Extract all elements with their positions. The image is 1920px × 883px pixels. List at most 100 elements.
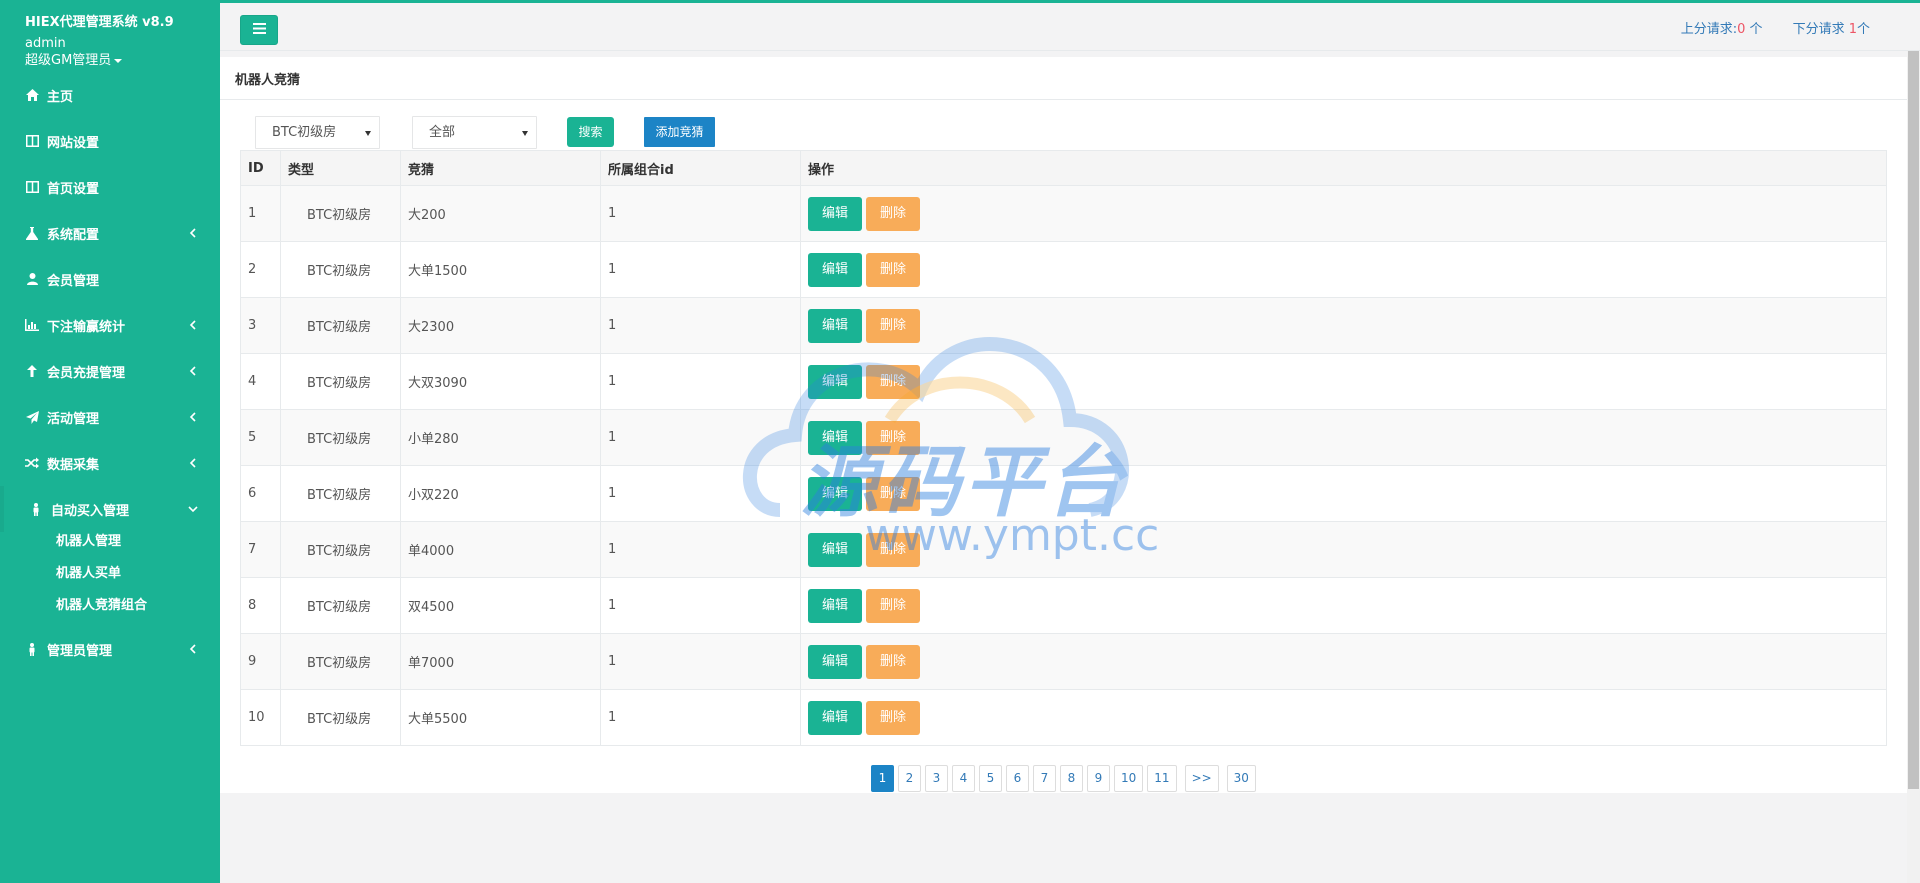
- sidebar-subitem-robot-combos[interactable]: 机器人竞猜组合: [0, 590, 220, 622]
- sidebar-subitem-robot-orders[interactable]: 机器人买单: [0, 558, 220, 590]
- page-link[interactable]: 7: [1033, 765, 1056, 792]
- delete-button[interactable]: 删除: [866, 476, 920, 511]
- sidebar-item-site-settings[interactable]: 网站设置: [0, 118, 220, 164]
- cell-id: 5: [240, 409, 281, 466]
- sidebar-item-label: 主页: [47, 89, 74, 105]
- up-request-link[interactable]: 上分请求:0 个: [1681, 18, 1763, 37]
- cell-type: BTC初级房: [280, 353, 401, 410]
- cell-group-id: 1: [600, 185, 801, 242]
- delete-button[interactable]: 删除: [866, 588, 920, 623]
- edit-button[interactable]: 编辑: [808, 252, 862, 287]
- sidebar-item-label: 系统配置: [47, 227, 100, 243]
- room-select-value: BTC初级房: [272, 124, 337, 140]
- edit-button[interactable]: 编辑: [808, 476, 862, 511]
- delete-button[interactable]: 删除: [866, 420, 920, 455]
- delete-button[interactable]: 删除: [866, 252, 920, 287]
- page-link[interactable]: 2: [898, 765, 921, 792]
- cell-actions: 编辑 删除: [800, 577, 1887, 634]
- last-page-link[interactable]: 30: [1226, 765, 1256, 792]
- cell-type: BTC初级房: [280, 241, 401, 298]
- cell-guess: 大双3090: [400, 353, 601, 410]
- person-icon: [25, 642, 39, 656]
- delete-button[interactable]: 删除: [866, 700, 920, 735]
- page-title: 机器人竞猜: [220, 57, 1907, 100]
- cell-actions: 编辑 删除: [800, 185, 1887, 242]
- hamburger-icon: [252, 22, 266, 38]
- edit-button[interactable]: 编辑: [808, 644, 862, 679]
- page-link[interactable]: 5: [979, 765, 1002, 792]
- sidebar-item-system-config[interactable]: 系统配置: [0, 210, 220, 256]
- role-dropdown[interactable]: 超级GM管理员: [25, 52, 220, 69]
- chevron-left-icon: [186, 456, 200, 470]
- edit-button[interactable]: 编辑: [808, 364, 862, 399]
- cell-id: 2: [240, 241, 281, 298]
- cell-id: 6: [240, 465, 281, 522]
- table-row: 10 BTC初级房 大单5500 1 编辑 删除: [240, 689, 1887, 746]
- edit-button[interactable]: 编辑: [808, 532, 862, 567]
- delete-button[interactable]: 删除: [866, 364, 920, 399]
- next-page-link[interactable]: >>: [1184, 765, 1219, 792]
- sidebar-item-label: 下注输赢统计: [47, 319, 126, 335]
- search-button[interactable]: 搜索: [567, 117, 614, 147]
- cell-id: 7: [240, 521, 281, 578]
- room-select[interactable]: BTC初级房: [255, 115, 380, 149]
- cell-guess: 单7000: [400, 633, 601, 690]
- dropdown-arrow-icon: [522, 130, 528, 136]
- down-request-link[interactable]: 下分请求 1个: [1793, 18, 1870, 37]
- down-request-label: 下分请求: [1792, 22, 1849, 37]
- scrollbar-thumb[interactable]: [1908, 51, 1919, 789]
- paper-plane-icon: [25, 410, 39, 424]
- page-link[interactable]: 1: [871, 765, 894, 792]
- delete-button[interactable]: 删除: [866, 196, 920, 231]
- sidebar-item-activities[interactable]: 活动管理: [0, 394, 220, 440]
- cell-type: BTC初级房: [280, 689, 401, 746]
- sidebar-item-bet-stats[interactable]: 下注输赢统计: [0, 302, 220, 348]
- page-link[interactable]: 4: [952, 765, 975, 792]
- edit-button[interactable]: 编辑: [808, 196, 862, 231]
- chevron-left-icon: [186, 364, 200, 378]
- page-link[interactable]: 10: [1114, 765, 1144, 792]
- page-link[interactable]: 3: [925, 765, 948, 792]
- status-select[interactable]: 全部: [412, 115, 537, 149]
- page-link[interactable]: 6: [1006, 765, 1029, 792]
- sidebar-item-deposit-withdraw[interactable]: 会员充提管理: [0, 348, 220, 394]
- edit-button[interactable]: 编辑: [808, 420, 862, 455]
- cell-guess: 大200: [400, 185, 601, 242]
- cell-group-id: 1: [600, 521, 801, 578]
- sidebar-item-home-settings[interactable]: 首页设置: [0, 164, 220, 210]
- chevron-left-icon: [186, 410, 200, 424]
- cell-guess: 小双220: [400, 465, 601, 522]
- content-panel: 机器人竞猜 BTC初级房 全部 搜索 添加竞猜 ID 类型 竞猜 所属组合id …: [220, 57, 1907, 793]
- table-row: 7 BTC初级房 单4000 1 编辑 删除: [240, 521, 1887, 578]
- table-row: 2 BTC初级房 大单1500 1 编辑 删除: [240, 241, 1887, 298]
- sidebar-item-members[interactable]: 会员管理: [0, 256, 220, 302]
- page-link[interactable]: 11: [1147, 765, 1177, 792]
- delete-button[interactable]: 删除: [866, 644, 920, 679]
- column-header-type: 类型: [280, 150, 401, 186]
- cell-guess: 单4000: [400, 521, 601, 578]
- role-label: 超级GM管理员: [25, 53, 112, 68]
- page-link[interactable]: 8: [1060, 765, 1083, 792]
- edit-button[interactable]: 编辑: [808, 588, 862, 623]
- table-row: 6 BTC初级房 小双220 1 编辑 删除: [240, 465, 1887, 522]
- table-row: 1 BTC初级房 大200 1 编辑 删除: [240, 185, 1887, 242]
- page-link[interactable]: 9: [1087, 765, 1110, 792]
- sidebar-item-auto-buy[interactable]: 自动买入管理: [0, 486, 220, 532]
- column-header-actions: 操作: [800, 150, 1887, 186]
- cell-group-id: 1: [600, 409, 801, 466]
- cell-actions: 编辑 删除: [800, 241, 1887, 298]
- sidebar-item-data-collection[interactable]: 数据采集: [0, 440, 220, 486]
- cell-group-id: 1: [600, 577, 801, 634]
- delete-button[interactable]: 删除: [866, 532, 920, 567]
- delete-button[interactable]: 删除: [866, 308, 920, 343]
- top-navbar: 上分请求:0 个 下分请求 1个: [220, 0, 1920, 51]
- sidebar-nav: 主页 网站设置 首页设置 系统配置 会员管理 下注输赢统计 会员充提管理 活动管…: [0, 72, 220, 672]
- edit-button[interactable]: 编辑: [808, 308, 862, 343]
- menu-toggle-button[interactable]: [240, 15, 278, 45]
- edit-button[interactable]: 编辑: [808, 700, 862, 735]
- cell-type: BTC初级房: [280, 297, 401, 354]
- add-guess-button[interactable]: 添加竞猜: [644, 117, 715, 147]
- sidebar-item-admins[interactable]: 管理员管理: [0, 626, 220, 672]
- cell-actions: 编辑 删除: [800, 689, 1887, 746]
- sidebar-item-home[interactable]: 主页: [0, 72, 220, 118]
